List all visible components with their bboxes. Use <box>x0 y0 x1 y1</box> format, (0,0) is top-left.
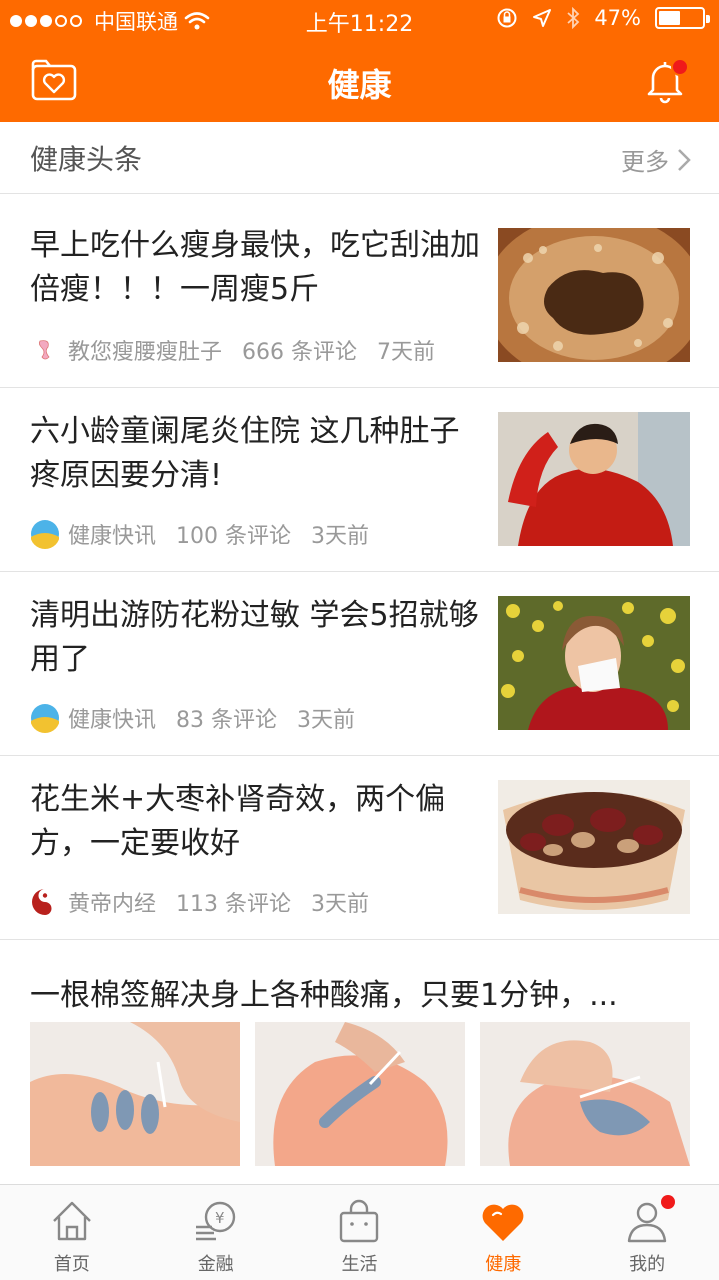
allergy-thumbnail <box>498 596 690 730</box>
news-time: 3天前 <box>297 708 356 733</box>
page-title: 健康 <box>327 66 392 104</box>
performer-thumbnail <box>498 412 690 546</box>
news-source: 教您瘦腰瘦肚子 <box>68 340 223 365</box>
shopping-bag-icon <box>340 1199 379 1243</box>
news-time: 7天前 <box>377 340 436 365</box>
news-time: 3天前 <box>311 524 370 549</box>
battery-percent: 47% <box>594 6 641 30</box>
section-header: 健康头条 更多 <box>0 122 719 194</box>
acupressure-image-2 <box>255 1022 465 1166</box>
status-right: 47% <box>496 6 710 30</box>
jujube-thumbnail <box>498 780 690 914</box>
tab-finance[interactable]: ¥ 金融 <box>144 1185 288 1280</box>
tab-health[interactable]: 健康 <box>431 1185 575 1280</box>
location-icon <box>533 9 552 27</box>
source-logo-icon <box>31 520 59 549</box>
tab-label: 金融 <box>197 1254 234 1275</box>
news-meta: 教您瘦腰瘦肚子 666 条评论 7天前 <box>30 334 455 366</box>
svg-text:¥: ¥ <box>215 1209 225 1227</box>
tab-label: 生活 <box>341 1254 378 1275</box>
status-bar: 中国联通 上午11:22 47% <box>0 0 719 40</box>
news-comments: 83 条评论 <box>176 708 278 733</box>
source-logo-icon <box>31 704 59 733</box>
tab-bar: 首页 ¥ 金融 生活 健康 我的 <box>0 1184 719 1280</box>
news-item[interactable]: 早上吃什么瘦身最快，吃它刮油加倍瘦！！！一周瘦5斤 教您瘦腰瘦肚子 666 条评… <box>0 194 719 388</box>
news-meta: 黄帝内经 113 条评论 3天前 <box>30 886 389 918</box>
chevron-right-icon <box>678 148 691 171</box>
news-title: 早上吃什么瘦身最快，吃它刮油加倍瘦！！！一周瘦5斤 <box>30 228 480 307</box>
more-label: 更多 <box>621 148 669 176</box>
finance-icon: ¥ <box>195 1201 235 1241</box>
tab-label: 我的 <box>629 1254 666 1275</box>
tab-home[interactable]: 首页 <box>0 1185 144 1280</box>
acupressure-image-1 <box>30 1022 240 1166</box>
bluetooth-icon <box>567 7 580 29</box>
tab-label: 首页 <box>53 1254 90 1275</box>
news-item[interactable]: 六小龄童阑尾炎住院 这几种肚子疼原因要分清! 健康快讯 100 条评论 3天前 <box>0 388 719 572</box>
section-title: 健康头条 <box>30 143 143 176</box>
tab-life[interactable]: 生活 <box>288 1185 432 1280</box>
battery-icon <box>655 7 710 29</box>
profile-badge <box>661 1195 676 1209</box>
tab-profile[interactable]: 我的 <box>575 1185 719 1280</box>
news-item[interactable]: 花生米+大枣补肾奇效，两个偏方，一定要收好 黄帝内经 113 条评论 3天前 <box>0 756 719 940</box>
home-icon <box>53 1201 91 1241</box>
news-item[interactable]: 清明出游防花粉过敏 学会5招就够用了 健康快讯 83 条评论 3天前 <box>0 572 719 756</box>
more-link[interactable]: 更多 <box>621 142 691 177</box>
news-meta: 健康快讯 83 条评论 3天前 <box>30 702 375 734</box>
news-source: 黄帝内经 <box>68 892 157 917</box>
news-comments: 113 条评论 <box>176 892 292 917</box>
news-comments: 100 条评论 <box>176 524 292 549</box>
news-title: 花生米+大枣补肾奇效，两个偏方，一定要收好 <box>30 782 446 861</box>
news-title: 清明出游防花粉过敏 学会5招就够用了 <box>30 598 479 677</box>
rotation-lock-icon <box>497 8 517 28</box>
coffee-thumbnail <box>498 228 690 362</box>
heart-icon <box>482 1204 524 1241</box>
tab-label: 健康 <box>485 1254 522 1275</box>
wide-news-title[interactable]: 一根棉签解决身上各种酸痛，只要1分钟，... <box>30 970 690 1014</box>
notification-badge <box>671 58 689 76</box>
source-logo-icon <box>31 888 59 916</box>
news-time: 3天前 <box>311 892 370 917</box>
notification-button[interactable] <box>641 56 689 104</box>
wide-news-images[interactable] <box>30 1022 690 1166</box>
acupressure-image-3 <box>480 1022 690 1166</box>
news-source: 健康快讯 <box>68 524 157 549</box>
news-source: 健康快讯 <box>68 708 157 733</box>
news-title: 六小龄童阑尾炎住院 这几种肚子疼原因要分清! <box>30 414 460 493</box>
source-logo-icon <box>31 336 59 364</box>
news-meta: 健康快讯 100 条评论 3天前 <box>30 518 389 550</box>
news-comments: 666 条评论 <box>242 340 358 365</box>
nav-bar: 健康 <box>0 40 719 122</box>
